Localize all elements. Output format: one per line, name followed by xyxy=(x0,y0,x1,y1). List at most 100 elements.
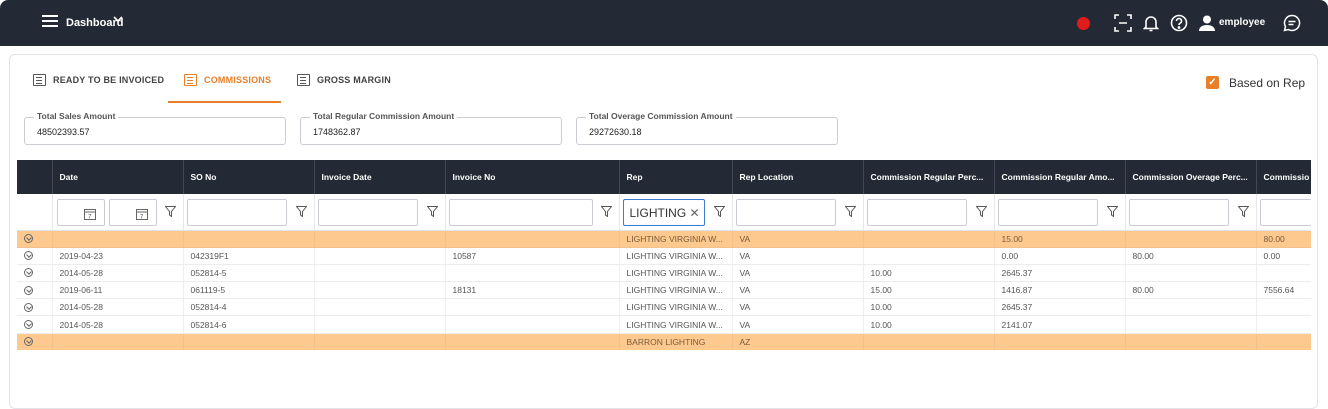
expand-cell[interactable] xyxy=(17,230,53,248)
list-icon xyxy=(184,74,197,86)
rep-location-filter[interactable] xyxy=(735,199,836,226)
expand-icon[interactable] xyxy=(24,285,33,295)
filter-icon[interactable] xyxy=(295,206,307,217)
invoice-date-filter[interactable] xyxy=(317,199,418,226)
expand-icon[interactable] xyxy=(24,320,33,330)
expand-cell[interactable] xyxy=(17,315,53,334)
group-row[interactable]: BARRON LIGHTING AZ xyxy=(17,333,1311,350)
expand-icon[interactable] xyxy=(24,302,33,312)
date-from-filter[interactable]: 7 xyxy=(56,199,105,226)
table-cell: AZ xyxy=(732,333,864,350)
table-row[interactable]: 2014-05-28 052814-6 LIGHTING VIRGINIA W...… xyxy=(17,315,1311,334)
filter-icon[interactable] xyxy=(844,206,856,217)
table-cell: LIGHTING VIRGINIA W... xyxy=(619,230,733,248)
clear-icon[interactable]: ✕ xyxy=(689,206,699,220)
rep-filter-cell: LIGHTING ✕ xyxy=(619,194,733,231)
filter-icon[interactable] xyxy=(426,206,438,217)
user-icon[interactable] xyxy=(1198,14,1216,32)
commission-overage-perc-filter-cell xyxy=(1125,194,1257,231)
column-header[interactable]: Commission Regular Amo... xyxy=(994,160,1126,194)
filter-icon[interactable] xyxy=(600,206,612,217)
field-label: Total Sales Amount xyxy=(34,111,119,121)
expand-cell[interactable] xyxy=(17,247,53,265)
calendar-icon[interactable]: 7 xyxy=(83,208,96,220)
table-row[interactable]: 2014-05-28 052814-4 LIGHTING VIRGINIA W...… xyxy=(17,298,1311,317)
grid-body: LIGHTING VIRGINIA W... VA 15.00 80.00 2019-0… xyxy=(17,230,1311,350)
scan-icon[interactable] xyxy=(1114,14,1132,32)
column-header[interactable]: Invoice No xyxy=(445,160,620,194)
expand-cell[interactable] xyxy=(17,298,53,317)
table-cell xyxy=(1125,298,1257,317)
chat-icon[interactable] xyxy=(1283,14,1301,32)
table-row[interactable]: 2019-04-23 042319F1 10587 LIGHTING VIRGINIA… xyxy=(17,247,1311,265)
table-cell xyxy=(863,230,995,248)
bell-icon[interactable] xyxy=(1142,14,1161,32)
table-cell: 052814-5 xyxy=(183,264,315,283)
expand-icon[interactable] xyxy=(24,268,33,278)
so-no-filter[interactable] xyxy=(186,199,287,226)
table-cell: 2645.37 xyxy=(994,264,1126,283)
commission-overage-amount-filter-cell xyxy=(1256,194,1311,231)
table-cell xyxy=(1125,230,1257,248)
filter-icon[interactable] xyxy=(1237,206,1249,217)
column-header[interactable]: SO No xyxy=(183,160,315,194)
expand-cell[interactable] xyxy=(17,264,53,283)
table-cell xyxy=(314,264,446,283)
table-cell: LIGHTING VIRGINIA W... xyxy=(619,264,733,283)
chevron-down-icon[interactable] xyxy=(113,14,123,27)
tab-ready-to-be-invoiced[interactable]: READY TO BE INVOICED xyxy=(33,74,164,103)
tab-label: COMMISSIONS xyxy=(204,75,272,85)
filter-icon[interactable] xyxy=(975,206,987,217)
tab-gross-margin[interactable]: GROSS MARGIN xyxy=(297,74,391,103)
calendar-icon[interactable]: 7 xyxy=(135,208,148,220)
expand-icon[interactable] xyxy=(24,251,33,261)
user-name[interactable]: employee xyxy=(1219,17,1265,28)
commission-regular-amount-filter[interactable] xyxy=(997,199,1098,226)
filter-cell xyxy=(17,194,53,231)
commissions-panel: READY TO BE INVOICED COMMISSIONS GROSS M… xyxy=(9,54,1318,409)
column-header[interactable]: Invoice Date xyxy=(314,160,446,194)
column-header[interactable]: Date xyxy=(52,160,184,194)
based-on-rep-label[interactable]: Based on Rep xyxy=(1229,76,1305,90)
date-to-filter[interactable]: 7 xyxy=(108,199,157,226)
table-cell xyxy=(445,230,620,248)
column-header[interactable]: Commission Regular Perc... xyxy=(863,160,995,194)
table-cell: 052814-6 xyxy=(183,315,315,334)
commission-regular-perc-filter[interactable] xyxy=(866,199,967,226)
table-cell: 0.00 xyxy=(994,247,1126,265)
expand-icon[interactable] xyxy=(24,337,33,347)
column-header[interactable]: Commissio xyxy=(1256,160,1311,194)
based-on-rep-checkbox[interactable]: ✓ xyxy=(1206,76,1219,89)
filter-icon[interactable] xyxy=(164,206,176,217)
group-row[interactable]: LIGHTING VIRGINIA W... VA 15.00 80.00 xyxy=(17,230,1311,248)
table-cell xyxy=(994,333,1126,350)
rep-filter-input[interactable]: LIGHTING ✕ xyxy=(622,199,705,226)
commission-overage-perc-filter[interactable] xyxy=(1128,199,1229,226)
tab-commissions[interactable]: COMMISSIONS xyxy=(168,74,281,103)
expand-cell[interactable] xyxy=(17,281,53,300)
filter-icon[interactable] xyxy=(713,206,725,217)
table-row[interactable]: 2019-06-11 061119-5 18131 LIGHTING VIRGINIA… xyxy=(17,281,1311,300)
table-cell xyxy=(314,315,446,334)
column-header[interactable]: Commission Overage Perc... xyxy=(1125,160,1257,194)
table-cell xyxy=(445,315,620,334)
expand-cell[interactable] xyxy=(17,333,53,350)
table-cell: 2141.07 xyxy=(994,315,1126,334)
filter-icon[interactable] xyxy=(1106,206,1118,217)
table-cell: 2645.37 xyxy=(994,298,1126,317)
commission-overage-amount-filter[interactable] xyxy=(1259,199,1311,226)
help-icon[interactable] xyxy=(1170,14,1188,32)
column-header[interactable]: Rep xyxy=(619,160,733,194)
table-cell: 10.00 xyxy=(863,264,995,283)
expand-icon[interactable] xyxy=(24,234,33,244)
field-value: 48502393.57 xyxy=(37,127,90,137)
table-cell: 0.00 xyxy=(1256,247,1311,265)
menu-icon[interactable] xyxy=(42,15,58,29)
table-cell: 10.00 xyxy=(863,298,995,317)
table-cell: 80.00 xyxy=(1125,281,1257,300)
column-header[interactable]: Rep Location xyxy=(732,160,864,194)
table-row[interactable]: 2014-05-28 052814-5 LIGHTING VIRGINIA W...… xyxy=(17,264,1311,283)
invoice-no-filter[interactable] xyxy=(448,199,593,226)
table-cell: VA xyxy=(732,315,864,334)
record-icon[interactable] xyxy=(1077,17,1090,30)
